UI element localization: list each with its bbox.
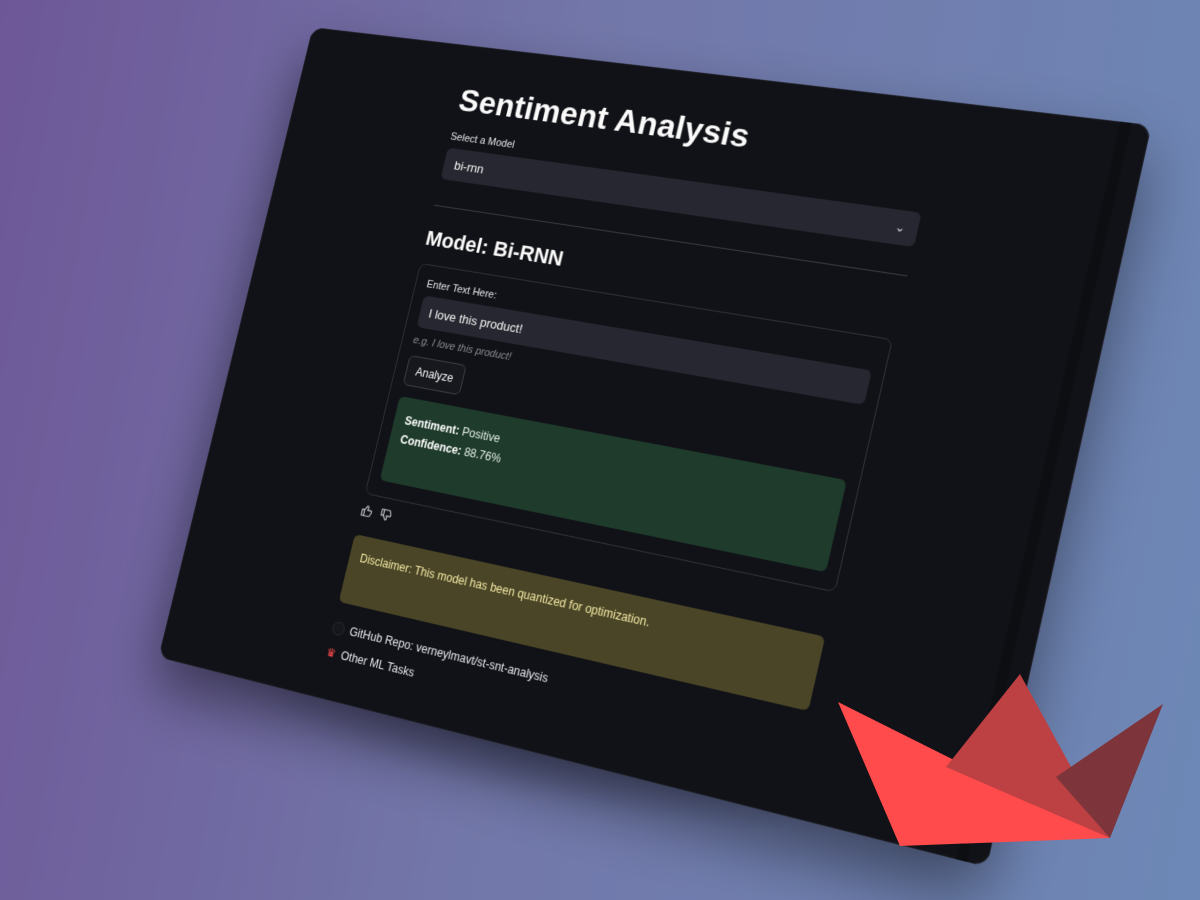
model-select-value: bi-rnn <box>453 158 485 176</box>
analysis-form: Enter Text Here: I love this product! e.… <box>365 263 893 593</box>
github-icon <box>331 621 346 637</box>
thumbs-up-icon[interactable] <box>358 503 374 523</box>
result-box: Sentiment: Positive Confidence: 88.76% <box>380 396 847 572</box>
confidence-value: 88.76% <box>463 445 503 466</box>
chevron-down-icon[interactable]: ⌄ <box>893 220 907 236</box>
text-input-value: I love this product! <box>427 306 524 336</box>
analyze-button[interactable]: Analyze <box>403 355 467 395</box>
streamlit-boat-logo <box>836 672 1166 862</box>
crown-icon: ♛ <box>324 639 339 666</box>
thumbs-down-icon[interactable] <box>377 507 393 527</box>
